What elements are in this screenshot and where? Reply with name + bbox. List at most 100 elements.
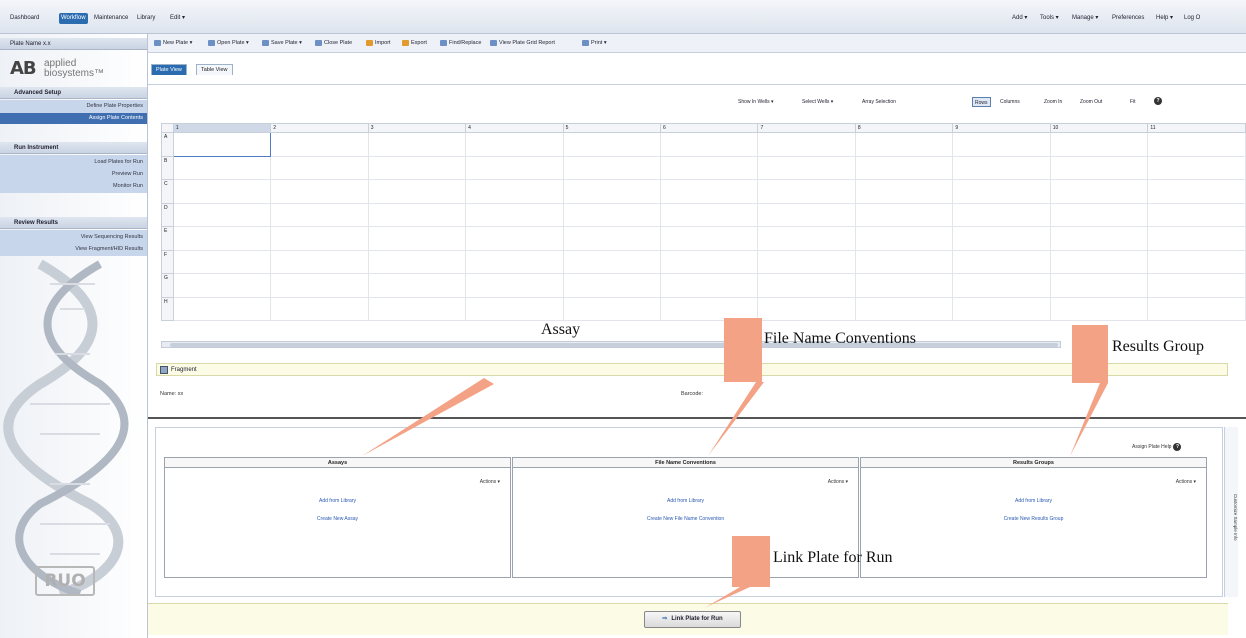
- plate-well[interactable]: [1147, 249, 1246, 274]
- plate-well[interactable]: [367, 155, 467, 180]
- plate-well[interactable]: [952, 202, 1051, 227]
- plate-well[interactable]: [757, 226, 856, 251]
- plate-well[interactable]: [660, 132, 759, 157]
- nav-add-menu[interactable]: Add ▾: [1012, 13, 1027, 24]
- export-button[interactable]: Export: [402, 39, 427, 48]
- nav-preferences[interactable]: Preferences: [1112, 13, 1144, 24]
- row-header[interactable]: D: [161, 202, 174, 227]
- plate-well[interactable]: [1147, 296, 1246, 321]
- plate-well[interactable]: [562, 296, 662, 321]
- row-header[interactable]: A: [161, 132, 174, 157]
- plate-well[interactable]: [1049, 132, 1149, 157]
- panel-divider[interactable]: [148, 417, 1246, 419]
- plate-well[interactable]: [757, 155, 856, 180]
- plate-well[interactable]: [465, 155, 564, 180]
- plate-well[interactable]: [1049, 202, 1149, 227]
- plate-well[interactable]: [270, 296, 369, 321]
- tab-table-view[interactable]: Table View: [196, 64, 233, 75]
- sidebar-item-define-plate-properties[interactable]: Define Plate Properties: [0, 101, 147, 112]
- plate-well[interactable]: [952, 155, 1051, 180]
- create-new-results-group-link[interactable]: Create New Results Group: [861, 516, 1206, 522]
- plate-well[interactable]: [172, 273, 272, 298]
- plate-well[interactable]: [660, 202, 759, 227]
- row-header[interactable]: C: [161, 179, 174, 204]
- plate-well[interactable]: [270, 202, 369, 227]
- plate-well[interactable]: [367, 226, 467, 251]
- nav-tab-library[interactable]: Library: [135, 13, 157, 24]
- row-header[interactable]: G: [161, 273, 174, 298]
- plate-well[interactable]: [1049, 155, 1149, 180]
- plate-well[interactable]: [562, 226, 662, 251]
- nav-tab-edit[interactable]: Edit ▾: [168, 13, 187, 24]
- column-header[interactable]: 5: [562, 123, 662, 133]
- plate-well[interactable]: [1147, 132, 1246, 157]
- sidebar-item-view-sequencing-results[interactable]: View Sequencing Results: [0, 232, 147, 243]
- plate-well[interactable]: [562, 179, 662, 204]
- plate-well[interactable]: [854, 132, 954, 157]
- plate-well[interactable]: [854, 273, 954, 298]
- sidebar-section-advanced-setup[interactable]: Advanced Setup: [0, 87, 147, 99]
- column-header[interactable]: 10: [1049, 123, 1149, 133]
- show-in-wells-dropdown[interactable]: Show In Wells ▾: [736, 97, 776, 107]
- assays-add-from-library-link[interactable]: Add from Library: [165, 498, 510, 504]
- plate-well[interactable]: [854, 179, 954, 204]
- plate-well[interactable]: [1147, 179, 1246, 204]
- column-header[interactable]: 8: [854, 123, 954, 133]
- row-header[interactable]: H: [161, 296, 174, 321]
- plate-well[interactable]: [757, 249, 856, 274]
- plate-well[interactable]: [854, 202, 954, 227]
- plate-well[interactable]: [1147, 202, 1246, 227]
- plate-well[interactable]: [172, 179, 272, 204]
- plate-well[interactable]: [952, 296, 1051, 321]
- plate-well[interactable]: [270, 226, 369, 251]
- plate-well[interactable]: [1147, 273, 1246, 298]
- plate-well[interactable]: [854, 155, 954, 180]
- plate-well[interactable]: [465, 226, 564, 251]
- sidebar-item-load-plates[interactable]: Load Plates for Run: [0, 157, 147, 168]
- create-new-assay-link[interactable]: Create New Assay: [165, 516, 510, 522]
- horizontal-scrollbar[interactable]: [161, 341, 1061, 348]
- plate-well[interactable]: [367, 202, 467, 227]
- nav-tab-maintenance[interactable]: Maintenance: [92, 13, 130, 24]
- plate-well[interactable]: [367, 273, 467, 298]
- array-selection-button[interactable]: Array Selection: [860, 97, 898, 107]
- plate-well[interactable]: [465, 179, 564, 204]
- plate-well[interactable]: [660, 179, 759, 204]
- nav-logout[interactable]: Log O: [1184, 13, 1200, 24]
- row-header[interactable]: B: [161, 155, 174, 180]
- plate-well[interactable]: [172, 296, 272, 321]
- new-plate-button[interactable]: New Plate ▾: [154, 39, 192, 48]
- plate-well[interactable]: [270, 273, 369, 298]
- plate-well[interactable]: [1049, 249, 1149, 274]
- sidebar-item-preview-run[interactable]: Preview Run: [0, 169, 147, 180]
- assign-plate-help[interactable]: Assign Plate Help?: [1132, 443, 1182, 451]
- plate-well[interactable]: [1147, 155, 1246, 180]
- plate-well[interactable]: [660, 155, 759, 180]
- plate-well[interactable]: [1049, 273, 1149, 298]
- nav-help-menu[interactable]: Help ▾: [1156, 13, 1173, 24]
- plate-well[interactable]: [757, 296, 856, 321]
- plate-well[interactable]: [757, 202, 856, 227]
- nav-tab-workflow[interactable]: Workflow: [59, 13, 88, 24]
- scrollbar-thumb[interactable]: [170, 343, 1058, 347]
- print-button[interactable]: Print ▾: [582, 39, 607, 48]
- plate-well[interactable]: [465, 132, 564, 157]
- plate-well[interactable]: [172, 226, 272, 251]
- plate-well[interactable]: [757, 273, 856, 298]
- open-plate-button[interactable]: Open Plate ▾: [208, 39, 249, 48]
- link-plate-for-run-button[interactable]: ⇨ Link Plate for Run: [644, 611, 741, 628]
- plate-well[interactable]: [660, 249, 759, 274]
- plate-well[interactable]: [562, 273, 662, 298]
- plate-well[interactable]: [1049, 226, 1149, 251]
- zoom-out-button[interactable]: Zoom Out: [1078, 97, 1104, 107]
- fragment-bar[interactable]: Fragment: [156, 363, 1228, 376]
- plate-well[interactable]: [1049, 179, 1149, 204]
- plate-well[interactable]: [854, 226, 954, 251]
- plate-well[interactable]: [952, 249, 1051, 274]
- plate-well[interactable]: [562, 202, 662, 227]
- plate-well[interactable]: [757, 132, 856, 157]
- row-header[interactable]: E: [161, 226, 174, 251]
- help-icon[interactable]: ?: [1154, 97, 1162, 105]
- find-replace-button[interactable]: Find/Replace: [440, 39, 481, 48]
- plate-well[interactable]: [660, 296, 759, 321]
